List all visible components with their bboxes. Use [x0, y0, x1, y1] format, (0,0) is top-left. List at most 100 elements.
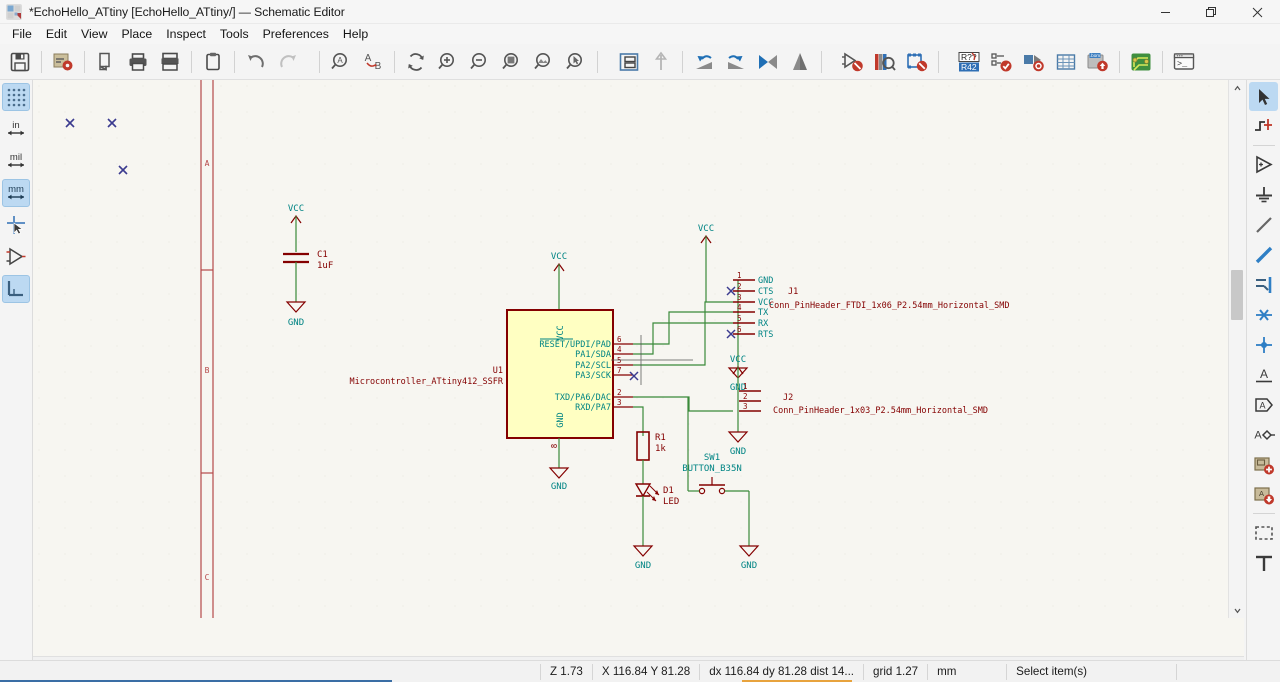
menu-tools[interactable]: Tools: [213, 26, 256, 42]
refresh-button[interactable]: [401, 47, 431, 77]
schematic-canvas-area[interactable]: A B C VCC GND C1 1uF VCC VCC GND U1 Micr…: [33, 80, 1244, 682]
menu-view[interactable]: View: [74, 26, 114, 42]
d1-reference: D1: [663, 486, 674, 496]
svg-text:R42: R42: [961, 62, 977, 72]
page-settings-button[interactable]: [48, 47, 78, 77]
erc-button[interactable]: [987, 47, 1017, 77]
mirror-horizontal-button[interactable]: [753, 47, 783, 77]
units-inches-button[interactable]: in: [2, 115, 30, 143]
redo-arrow-icon: [280, 54, 296, 67]
show-hierarchy-button[interactable]: [614, 47, 644, 77]
menu-help[interactable]: Help: [336, 26, 375, 42]
minimize-button[interactable]: [1142, 0, 1188, 24]
import-sheet-pin-tool[interactable]: A: [1249, 480, 1278, 509]
bom-button[interactable]: .bom: [1083, 47, 1113, 77]
units-mils-button[interactable]: mil: [2, 147, 30, 175]
zoom-out-button[interactable]: [465, 47, 495, 77]
toolbar-separator: [1162, 50, 1163, 73]
toggle-cursor-button[interactable]: [2, 211, 30, 239]
close-button[interactable]: [1234, 0, 1280, 24]
simulator-button[interactable]: [1019, 47, 1049, 77]
u1-pin-name-pa2: PA2/SCL: [575, 361, 611, 371]
place-symbol-tool[interactable]: [1249, 150, 1278, 179]
zoom-fit-page-button[interactable]: [497, 47, 527, 77]
status-cursor-coordinates: X 116.84 Y 81.28: [601, 665, 691, 678]
pcb-editor-button[interactable]: [1126, 47, 1156, 77]
toggle-invisible-pins-button[interactable]: [2, 243, 30, 271]
u1-gnd-pin-name: GND: [556, 412, 566, 427]
draw-wire-tool[interactable]: [1249, 210, 1278, 239]
j2-vcc-label: VCC: [730, 355, 746, 365]
menu-edit[interactable]: Edit: [39, 26, 74, 42]
menu-preferences[interactable]: Preferences: [256, 26, 336, 42]
place-power-port-tool[interactable]: [1249, 180, 1278, 209]
menu-inspect[interactable]: Inspect: [159, 26, 213, 42]
units-mm-button[interactable]: mm: [2, 179, 30, 207]
leave-sheet-button[interactable]: [646, 47, 676, 77]
vertical-scrollbar[interactable]: [1228, 80, 1244, 618]
zoom-in-icon: [438, 52, 454, 69]
paste-button[interactable]: [198, 47, 228, 77]
draw-rectangle-tool[interactable]: [1249, 518, 1278, 547]
rotate-ccw-button[interactable]: [689, 47, 719, 77]
kicad-schematic-editor-window: *EchoHello_ATtiny [EchoHello_ATtiny/] — …: [0, 0, 1280, 682]
power-port-icon: [1255, 186, 1272, 202]
status-relative-coordinates: dx 116.84 dy 81.28 dist 14...: [709, 665, 855, 678]
status-zoom: Z 1.73: [550, 665, 583, 678]
no-connect-x-icon: [1255, 308, 1272, 321]
bus-entry-tool[interactable]: [1249, 270, 1278, 299]
symbol-library-browser-button[interactable]: [870, 47, 900, 77]
place-text-tool[interactable]: [1249, 548, 1278, 577]
symbol-fields-table-button[interactable]: [1051, 47, 1081, 77]
find-replace-button[interactable]: A B: [358, 47, 388, 77]
scripting-console-button[interactable]: >_: [1169, 47, 1199, 77]
junction-tool[interactable]: [1249, 330, 1278, 359]
highlight-net-icon: [1254, 118, 1272, 131]
status-grid-size[interactable]: grid 1.27: [864, 661, 927, 682]
unit-mm-icon: mm: [8, 184, 24, 200]
units-inches-label: in: [12, 120, 19, 131]
symbol-properties-button[interactable]: [838, 47, 868, 77]
hierarchical-label-tool[interactable]: A: [1249, 420, 1278, 449]
highlight-net-tool[interactable]: [1249, 112, 1278, 141]
mirror-vertical-icon: [793, 52, 807, 70]
u1-pin-number-4: 4: [617, 345, 622, 354]
toolbar-separator: [191, 50, 192, 73]
status-units[interactable]: mm: [928, 661, 1006, 682]
j1-pin-number-6: 6: [737, 325, 742, 334]
scroll-up-button[interactable]: [1229, 80, 1244, 96]
redo-button[interactable]: [273, 47, 303, 77]
footprint-assign-button[interactable]: [902, 47, 932, 77]
no-connect-tool[interactable]: [1249, 300, 1278, 329]
net-label-tool[interactable]: A: [1249, 360, 1278, 389]
global-label-tool[interactable]: A: [1249, 390, 1278, 419]
mirror-vertical-button[interactable]: [785, 47, 815, 77]
zoom-in-button[interactable]: [433, 47, 463, 77]
toolbar-separator: [319, 50, 320, 73]
menu-place[interactable]: Place: [114, 26, 159, 42]
rotate-cw-button[interactable]: [721, 47, 751, 77]
sw1-reference: SW1: [704, 453, 720, 463]
scroll-down-button[interactable]: [1229, 602, 1244, 618]
toggle-hv-wires-button[interactable]: [2, 275, 30, 303]
undo-button[interactable]: [241, 47, 271, 77]
select-tool[interactable]: [1249, 82, 1278, 111]
draw-bus-tool[interactable]: [1249, 240, 1278, 269]
print-button[interactable]: [123, 47, 153, 77]
plot-button[interactable]: [155, 47, 185, 77]
add-sheet-tool[interactable]: [1249, 450, 1278, 479]
u1-value: Microcontroller_ATtiny412_SSFR: [349, 377, 503, 387]
sheet-row-label-a: A: [205, 159, 210, 168]
menu-file[interactable]: File: [5, 26, 39, 42]
zoom-fit-objects-button[interactable]: [529, 47, 559, 77]
print-preview-button[interactable]: [91, 47, 121, 77]
zoom-selection-button[interactable]: [561, 47, 591, 77]
find-button[interactable]: A: [326, 47, 356, 77]
maximize-restore-button[interactable]: [1188, 0, 1234, 24]
library-browse-icon: [875, 53, 896, 71]
schematic-drawing[interactable]: A B C VCC GND C1 1uF VCC VCC GND U1 Micr…: [33, 80, 1227, 618]
vertical-scroll-thumb[interactable]: [1231, 270, 1243, 320]
toggle-grid-button[interactable]: [2, 83, 30, 111]
annotate-button[interactable]: R?? R42: [955, 47, 985, 77]
save-button[interactable]: [5, 47, 35, 77]
